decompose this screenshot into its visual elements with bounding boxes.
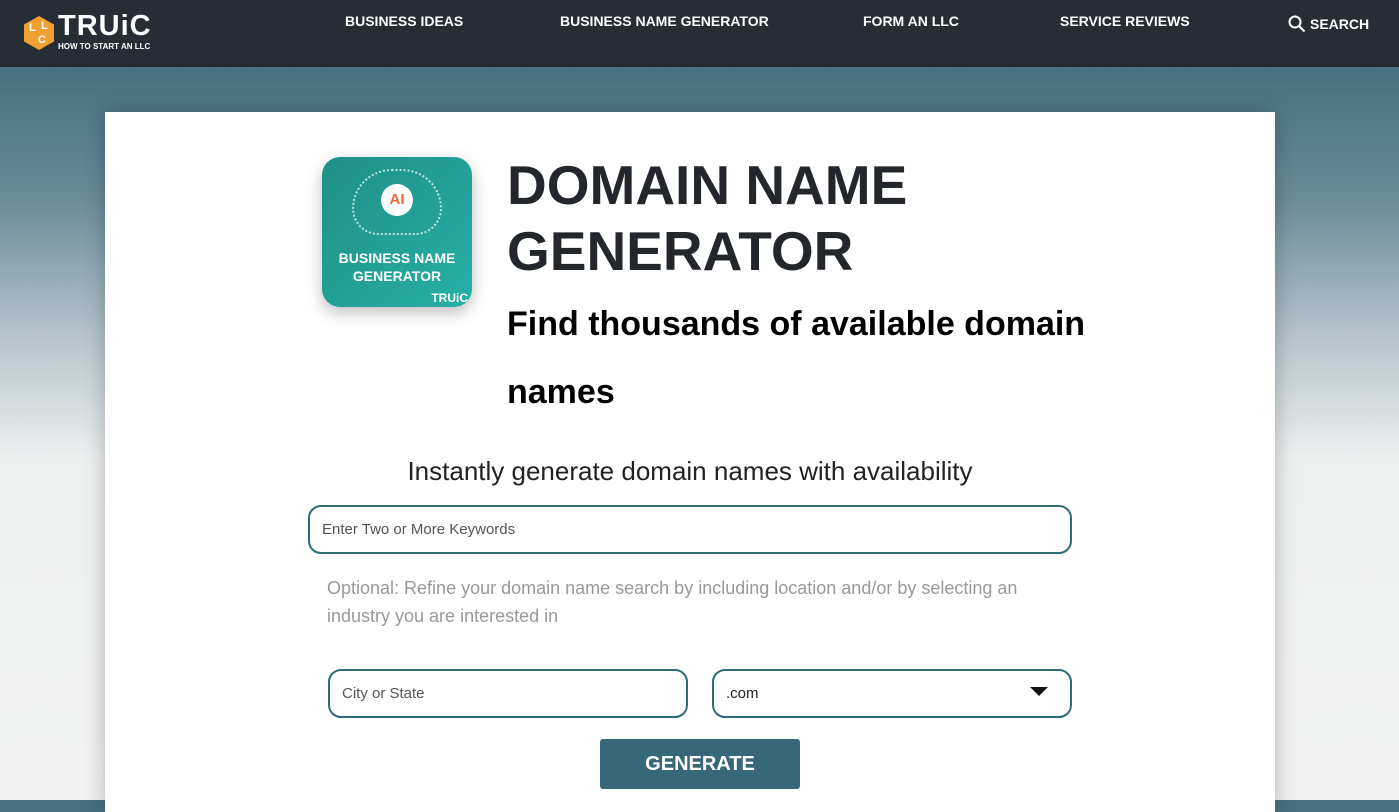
page-subtitle: Find thousands of available domain names [507, 305, 1086, 411]
app-icon-brand: TRUiC [431, 291, 468, 305]
cube-letter: L [41, 20, 48, 32]
business-name-generator-app-icon: AI BUSINESS NAME GENERATOR TRUiC [322, 157, 472, 307]
search-button[interactable]: SEARCH [1288, 15, 1369, 33]
optional-help-text: Optional: Refine your domain name search… [327, 578, 1018, 626]
ai-badge: AI [381, 184, 413, 216]
cube-letter: L [29, 22, 36, 34]
form-intro: Instantly generate domain names with ava… [407, 456, 973, 486]
magnifier-icon [1288, 15, 1306, 33]
keywords-input[interactable]: Enter Two or More Keywords [308, 505, 1072, 554]
cube-logo-icon: L L C [24, 16, 54, 50]
nav-service-reviews[interactable]: SERVICE REVIEWS [1060, 13, 1190, 29]
generator-card: AI BUSINESS NAME GENERATOR TRUiC DOMAIN … [105, 112, 1275, 812]
truic-logo[interactable]: L L C TRUiC HOW TO START AN LLC [24, 10, 164, 54]
nav-business-ideas[interactable]: BUSINESS IDEAS [345, 13, 463, 29]
tld-select[interactable]: .com [712, 669, 1072, 718]
generate-button[interactable]: GENERATE [600, 739, 800, 789]
page-title: DOMAIN NAME GENERATOR [507, 154, 908, 282]
search-label: SEARCH [1310, 16, 1370, 32]
nav-form-an-llc[interactable]: FORM AN LLC [863, 13, 959, 29]
brand-name: TRUiC [58, 10, 152, 42]
brand-tagline: HOW TO START AN LLC [58, 42, 151, 51]
top-nav: L L C TRUiC HOW TO START AN LLC BUSINESS… [0, 0, 1399, 67]
app-icon-title: BUSINESS NAME GENERATOR [338, 250, 456, 284]
dropdown-caret-icon [1030, 687, 1048, 696]
tld-selected-value: .com [726, 685, 759, 702]
cube-letter: C [38, 34, 46, 46]
nav-business-name-generator[interactable]: BUSINESS NAME GENERATOR [560, 13, 769, 29]
location-input[interactable]: City or State [328, 669, 688, 718]
